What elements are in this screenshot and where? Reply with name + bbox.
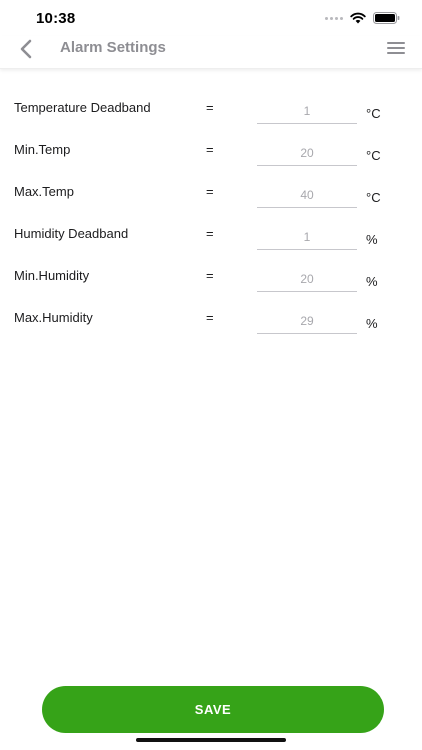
status-icons <box>325 12 400 24</box>
back-button[interactable] <box>16 38 38 60</box>
unit-label: % <box>366 316 378 331</box>
setting-label: Humidity Deadband <box>14 226 129 241</box>
unit-label: % <box>366 232 378 247</box>
max-temp-input[interactable] <box>257 182 357 208</box>
battery-icon <box>373 12 400 24</box>
save-button[interactable]: SAVE <box>42 686 384 733</box>
unit-label: % <box>366 274 378 289</box>
equals-sign: = <box>206 100 214 115</box>
equals-sign: = <box>206 310 214 325</box>
min-temp-input[interactable] <box>257 140 357 166</box>
setting-label: Temperature Deadband <box>14 100 151 115</box>
equals-sign: = <box>206 184 214 199</box>
unit-label: °C <box>366 190 381 205</box>
page-title: Alarm Settings <box>60 39 166 56</box>
setting-row-max-temp: Max.Temp = °C <box>0 180 422 222</box>
setting-row-temperature-deadband: Temperature Deadband = °C <box>0 96 422 138</box>
temperature-deadband-input[interactable] <box>257 98 357 124</box>
equals-sign: = <box>206 226 214 241</box>
setting-row-min-temp: Min.Temp = °C <box>0 138 422 180</box>
humidity-deadband-input[interactable] <box>257 224 357 250</box>
settings-list: Temperature Deadband = °C Min.Temp = °C … <box>0 96 422 348</box>
setting-label: Max.Temp <box>14 184 74 199</box>
max-humidity-input[interactable] <box>257 308 357 334</box>
setting-row-min-humidity: Min.Humidity = % <box>0 264 422 306</box>
unit-label: °C <box>366 106 381 121</box>
chevron-left-icon <box>20 39 32 59</box>
navigation-bar: Alarm Settings <box>0 36 422 69</box>
equals-sign: = <box>206 268 214 283</box>
home-indicator <box>136 738 286 742</box>
hamburger-menu-icon <box>387 42 405 54</box>
equals-sign: = <box>206 142 214 157</box>
status-time: 10:38 <box>36 10 76 27</box>
min-humidity-input[interactable] <box>257 266 357 292</box>
status-bar: 10:38 <box>0 0 422 36</box>
setting-label: Min.Humidity <box>14 268 90 283</box>
alarm-settings-screen: 10:38 Alarm Settings Temperature Deadban… <box>0 0 422 750</box>
unit-label: °C <box>366 148 381 163</box>
setting-label: Max.Humidity <box>14 310 93 325</box>
wifi-icon <box>350 12 366 24</box>
setting-label: Min.Temp <box>14 142 71 157</box>
setting-row-humidity-deadband: Humidity Deadband = % <box>0 222 422 264</box>
cellular-signal-icon <box>325 16 343 20</box>
menu-button[interactable] <box>386 40 406 56</box>
setting-row-max-humidity: Max.Humidity = % <box>0 306 422 348</box>
